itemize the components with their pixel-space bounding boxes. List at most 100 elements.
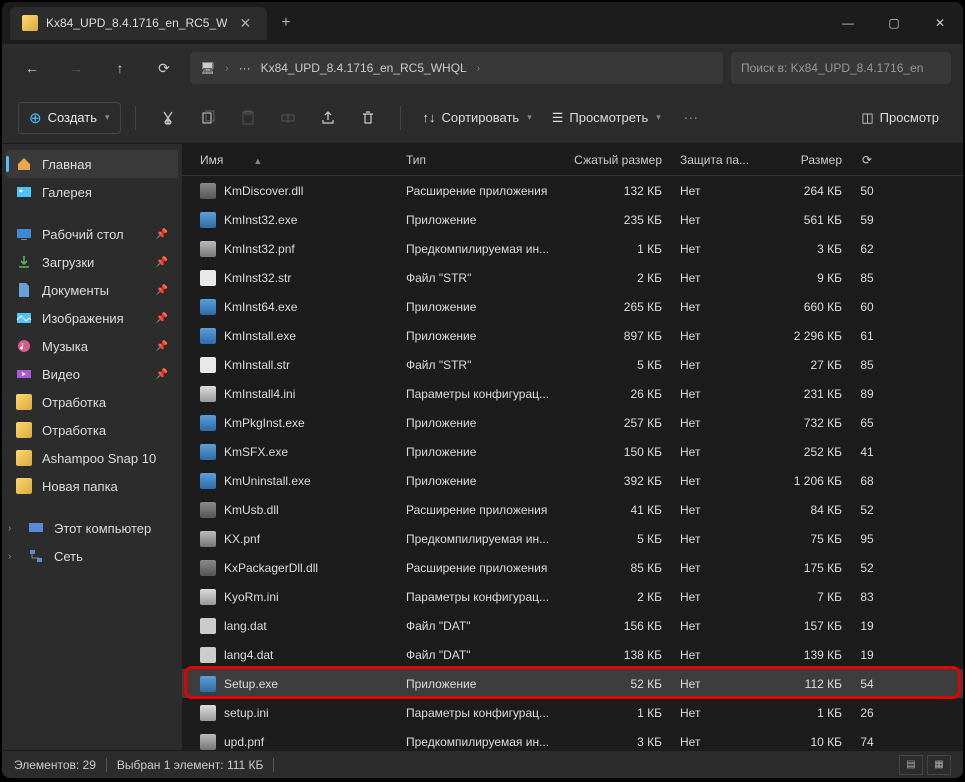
up-button[interactable]: ↑ [102, 50, 138, 86]
close-tab-icon[interactable]: ✕ [235, 15, 255, 32]
grid-view-button[interactable]: ▦ [927, 755, 951, 775]
file-row[interactable]: KmInstall4.ini Параметры конфигурац... 2… [182, 379, 963, 408]
address-bar[interactable]: 🖥 › ··· Kx84_UPD_8.4.1716_en_RC5_WHQL › [190, 52, 723, 84]
gallery-icon [16, 184, 32, 200]
sidebar-item-pictures[interactable]: Изображения 📌 [6, 304, 178, 332]
chevron-down-icon: ▾ [105, 112, 110, 123]
column-size[interactable]: Размер [760, 153, 852, 167]
file-row[interactable]: KmPkgInst.exe Приложение 257 КБ Нет 732 … [182, 408, 963, 437]
file-size: 84 КБ [760, 503, 852, 517]
file-size: 157 КБ [760, 619, 852, 633]
details-view-button[interactable]: ▤ [899, 755, 923, 775]
column-type[interactable]: Тип [406, 153, 566, 167]
file-packed: 257 КБ [566, 416, 676, 430]
sidebar-item-music[interactable]: Музыка 📌 [6, 332, 178, 360]
file-size: 112 КБ [760, 677, 852, 691]
file-last: 52 [852, 503, 882, 517]
sidebar-item-folder1[interactable]: Отработка [6, 388, 178, 416]
file-name: KmInstall4.ini [224, 387, 295, 401]
file-row[interactable]: KmUninstall.exe Приложение 392 КБ Нет 1 … [182, 466, 963, 495]
share-button[interactable] [310, 100, 346, 136]
file-row[interactable]: KmInstall.str Файл "STR" 5 КБ Нет 27 КБ … [182, 350, 963, 379]
chevron-right-icon: › [8, 523, 18, 534]
delete-button[interactable] [350, 100, 386, 136]
file-row[interactable]: Setup.exe Приложение 52 КБ Нет 112 КБ 54 [182, 669, 963, 698]
file-row[interactable]: lang4.dat Файл "DAT" 138 КБ Нет 139 КБ 1… [182, 640, 963, 669]
file-protection: Нет [676, 735, 760, 749]
file-row[interactable]: KmInstall.exe Приложение 897 КБ Нет 2 29… [182, 321, 963, 350]
column-protection[interactable]: Защита па... [676, 153, 760, 167]
column-last[interactable]: ⟳ [852, 153, 882, 167]
file-row[interactable]: upd.pnf Предкомпилируемая ин... 3 КБ Нет… [182, 727, 963, 750]
sidebar-item-folder3[interactable]: Ashampoo Snap 10 [6, 444, 178, 472]
sort-button[interactable]: ↑↓ Сортировать ▾ [415, 104, 540, 131]
refresh-button[interactable]: ⟳ [146, 50, 182, 86]
file-size: 252 КБ [760, 445, 852, 459]
rename-button[interactable] [270, 100, 306, 136]
new-button[interactable]: ⊕ Создать ▾ [18, 102, 121, 134]
file-last: 54 [852, 677, 882, 691]
file-row[interactable]: KmUsb.dll Расширение приложения 41 КБ Не… [182, 495, 963, 524]
file-row[interactable]: KmDiscover.dll Расширение приложения 132… [182, 176, 963, 205]
file-name: KmInstall.exe [224, 329, 296, 343]
file-row[interactable]: lang.dat Файл "DAT" 156 КБ Нет 157 КБ 19 [182, 611, 963, 640]
list-icon: ☰ [552, 110, 564, 126]
file-row[interactable]: KX.pnf Предкомпилируемая ин... 5 КБ Нет … [182, 524, 963, 553]
file-row[interactable]: KmInst64.exe Приложение 265 КБ Нет 660 К… [182, 292, 963, 321]
sidebar-item-desktop[interactable]: Рабочий стол 📌 [6, 220, 178, 248]
search-placeholder: Поиск в: Kx84_UPD_8.4.1716_en [741, 61, 923, 75]
new-tab-button[interactable]: + [267, 14, 304, 32]
file-name: KX.pnf [224, 532, 260, 546]
paste-button[interactable] [230, 100, 266, 136]
more-button[interactable]: ··· [673, 100, 709, 136]
breadcrumb[interactable]: Kx84_UPD_8.4.1716_en_RC5_WHQL [261, 61, 467, 75]
file-protection: Нет [676, 561, 760, 575]
cut-button[interactable] [150, 100, 186, 136]
sidebar-item-network[interactable]: › Сеть [6, 542, 178, 570]
close-button[interactable]: ✕ [917, 2, 963, 44]
file-last: 26 [852, 706, 882, 720]
file-packed: 897 КБ [566, 329, 676, 343]
preview-button[interactable]: ◫ Просмотр [853, 104, 947, 132]
file-row[interactable]: KmSFX.exe Приложение 150 КБ Нет 252 КБ 4… [182, 437, 963, 466]
maximize-button[interactable]: ▢ [871, 2, 917, 44]
forward-button[interactable]: → [58, 50, 94, 86]
file-type: Файл "STR" [406, 358, 566, 372]
sidebar-item-home[interactable]: Главная [6, 150, 178, 178]
sidebar-item-folder4[interactable]: Новая папка [6, 472, 178, 500]
column-packed[interactable]: Сжатый размер [566, 153, 676, 167]
copy-button[interactable] [190, 100, 226, 136]
sidebar-item-downloads[interactable]: Загрузки 📌 [6, 248, 178, 276]
file-row[interactable]: KxPackagerDll.dll Расширение приложения … [182, 553, 963, 582]
file-icon [200, 212, 216, 228]
file-icon [200, 415, 216, 431]
file-row[interactable]: setup.ini Параметры конфигурац... 1 КБ Н… [182, 698, 963, 727]
file-row[interactable]: KyoRm.ini Параметры конфигурац... 2 КБ Н… [182, 582, 963, 611]
column-name[interactable]: Имя▲ [190, 153, 406, 167]
file-type: Приложение [406, 677, 566, 691]
file-protection: Нет [676, 532, 760, 546]
sidebar-item-folder2[interactable]: Отработка [6, 416, 178, 444]
file-protection: Нет [676, 619, 760, 633]
file-name: upd.pnf [224, 735, 264, 749]
file-last: 41 [852, 445, 882, 459]
file-row[interactable]: KmInst32.str Файл "STR" 2 КБ Нет 9 КБ 85 [182, 263, 963, 292]
sidebar-item-gallery[interactable]: Галерея [6, 178, 178, 206]
pin-icon: 📌 [156, 257, 168, 268]
minimize-button[interactable]: — [825, 2, 871, 44]
file-packed: 26 КБ [566, 387, 676, 401]
file-name: lang4.dat [224, 648, 273, 662]
back-button[interactable]: ← [14, 50, 50, 86]
sidebar-item-thispc[interactable]: › Этот компьютер [6, 514, 178, 542]
search-input[interactable]: Поиск в: Kx84_UPD_8.4.1716_en [731, 52, 951, 84]
sidebar-item-videos[interactable]: Видео 📌 [6, 360, 178, 388]
file-row[interactable]: KmInst32.exe Приложение 235 КБ Нет 561 К… [182, 205, 963, 234]
sidebar-item-documents[interactable]: Документы 📌 [6, 276, 178, 304]
file-type: Расширение приложения [406, 184, 566, 198]
desktop-icon [16, 226, 32, 242]
file-row[interactable]: KmInst32.pnf Предкомпилируемая ин... 1 К… [182, 234, 963, 263]
view-button[interactable]: ☰ Просмотреть ▾ [544, 104, 669, 132]
file-size: 27 КБ [760, 358, 852, 372]
address-ellipsis[interactable]: ··· [239, 61, 251, 75]
tab[interactable]: Kx84_UPD_8.4.1716_en_RC5_W ✕ [10, 7, 267, 40]
